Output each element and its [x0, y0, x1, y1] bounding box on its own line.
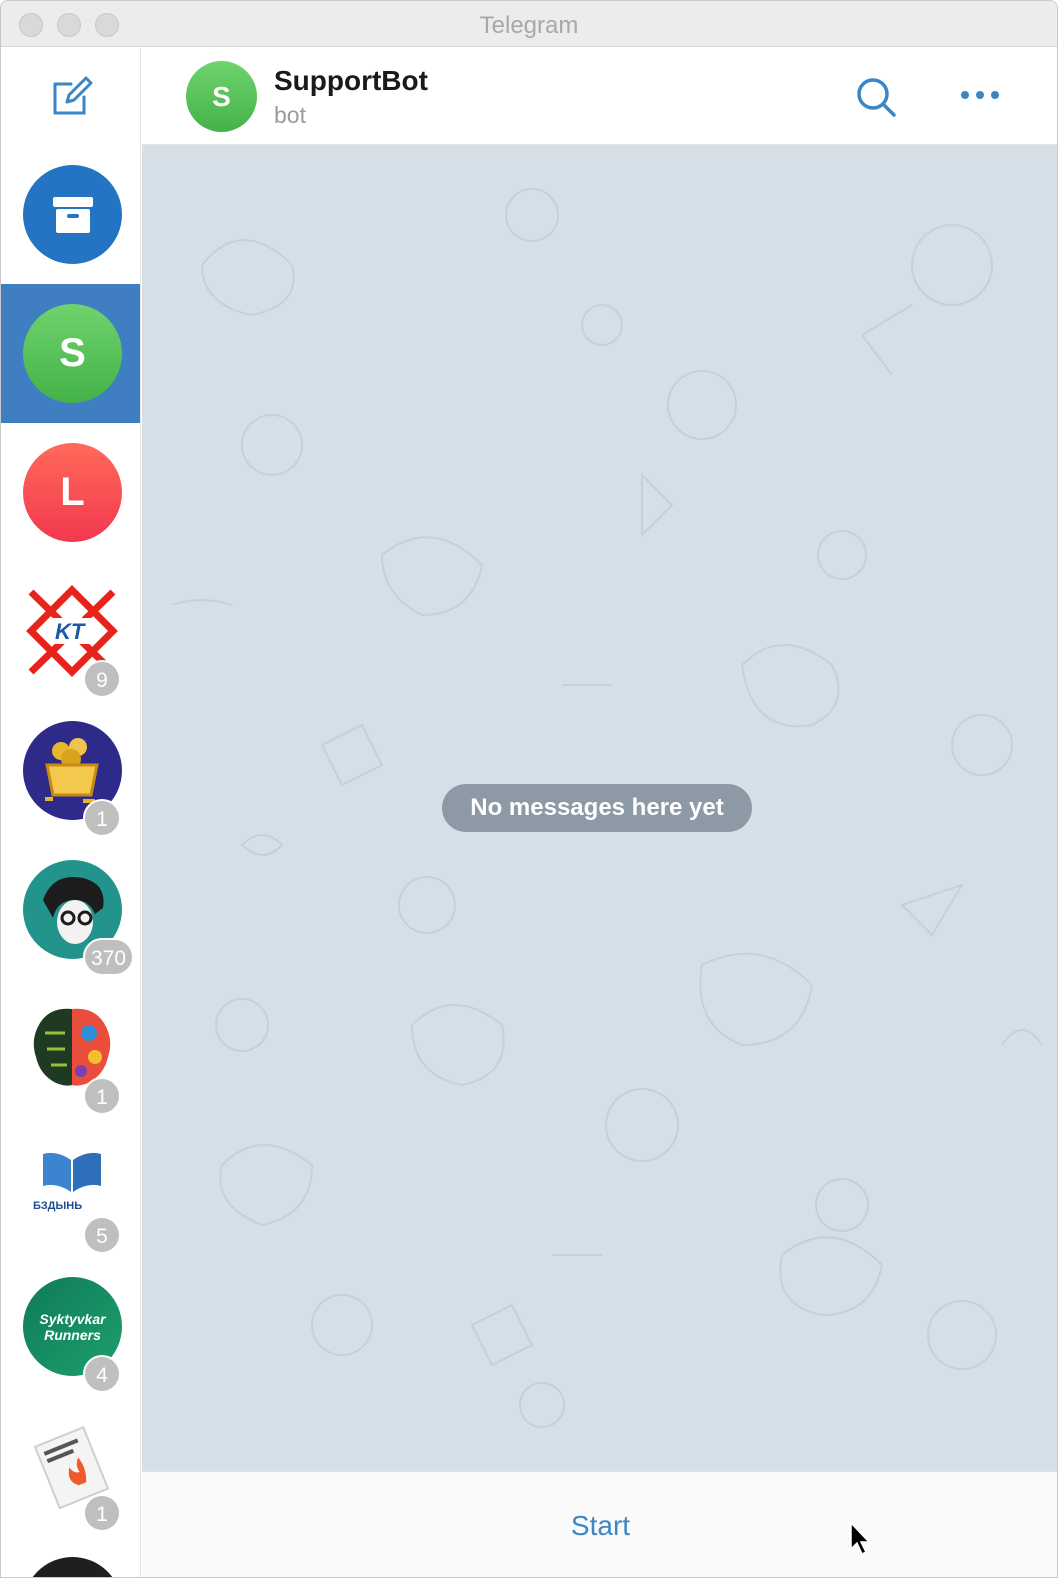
sidebar-item-kt[interactable]: KT 9 — [1, 562, 140, 701]
more-options-icon[interactable] — [958, 85, 1002, 105]
archive-avatar — [23, 165, 122, 264]
sidebar-item-supportbot[interactable]: S — [1, 284, 140, 423]
unread-badge: 1 — [83, 1494, 121, 1532]
window-title: Telegram — [479, 12, 579, 39]
empty-chat-notice: No messages here yet — [442, 784, 752, 832]
unread-badge: 4 — [83, 1355, 121, 1393]
archive-icon — [52, 196, 93, 233]
search-icon[interactable] — [854, 75, 898, 119]
unread-badge: 370 — [83, 938, 135, 976]
sidebar-item-book[interactable]: БЗДЫНЬ 5 — [1, 1118, 140, 1257]
chat-header: S SupportBot bot — [142, 47, 1057, 145]
avatar: L — [23, 443, 122, 542]
start-button[interactable]: Start — [142, 1472, 1057, 1577]
kt-logo-text: KT — [55, 619, 85, 644]
unread-badge: 5 — [83, 1216, 121, 1254]
title-bar: Telegram — [1, 1, 1057, 47]
sidebar-item-runners[interactable]: Syktyvkar Runners 4 — [1, 1257, 140, 1396]
sidebar-item-archive[interactable] — [1, 145, 140, 284]
compose-icon[interactable] — [51, 75, 93, 117]
sidebar-item-cover[interactable]: 1 — [1, 1396, 140, 1535]
chat-status: bot — [274, 102, 306, 128]
sidebar-item-gold[interactable]: 1 — [1, 701, 140, 840]
sidebar-item-l[interactable]: L — [1, 423, 140, 562]
chat-title[interactable]: SupportBot — [274, 65, 428, 97]
mouse-cursor-icon — [850, 1521, 871, 1556]
unread-badge: 9 — [83, 660, 121, 698]
chat-messages-area: No messages here yet — [142, 145, 1057, 1471]
avatar: S — [23, 304, 122, 403]
sidebar-item-glasses[interactable]: 370 — [1, 840, 140, 979]
chat-sidebar: S L KT 9 1 370 1 БЗДЫНЬ 5 Syktyvkar Runn… — [1, 47, 141, 1577]
bottom-bar: Start — [142, 1471, 1057, 1577]
telegram-window: Telegram S L KT 9 1 370 1 БЗДЫНЬ 5 Sykty… — [0, 0, 1058, 1578]
runners-logo-text: Syktyvkar Runners — [39, 1310, 106, 1343]
chat-avatar[interactable]: S — [186, 61, 257, 132]
unread-badge: 1 — [83, 1077, 121, 1115]
avatar[interactable] — [23, 1557, 122, 1577]
sidebar-item-brain[interactable]: 1 — [1, 979, 140, 1118]
unread-badge: 1 — [83, 799, 121, 837]
book-logo-text: БЗДЫНЬ — [33, 1200, 83, 1212]
